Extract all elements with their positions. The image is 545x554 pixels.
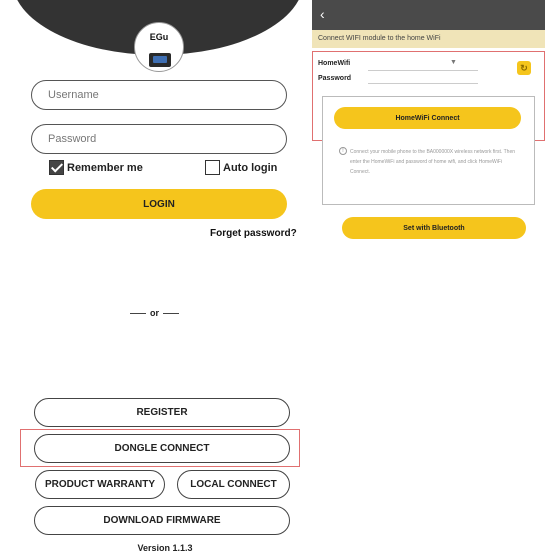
info-icon: !	[339, 147, 347, 155]
dongle-connect-button[interactable]: DONGLE CONNECT	[34, 434, 290, 463]
homewifi-connect-button[interactable]: HomeWiFi Connect	[334, 107, 521, 129]
password-input[interactable]	[32, 125, 286, 153]
auto-login-checkbox[interactable]: Auto login	[205, 160, 277, 175]
local-connect-button[interactable]: LOCAL CONNECT	[177, 470, 290, 499]
separator-line	[130, 312, 146, 314]
wifi-config-screen: ‹ Connect WIFI module to the home WiFi H…	[312, 0, 545, 250]
bluetooth-button[interactable]: Set with Bluetooth	[342, 217, 526, 239]
app-logo: EGu	[134, 22, 184, 72]
login-button[interactable]: LOGIN	[31, 189, 287, 219]
auto-login-label: Auto login	[223, 161, 278, 174]
product-warranty-button[interactable]: PRODUCT WARRANTY	[35, 470, 165, 499]
logo-text: EGu	[149, 32, 169, 42]
password-field[interactable]	[31, 124, 287, 154]
chevron-left-icon[interactable]: ‹	[320, 7, 325, 21]
register-button[interactable]: REGISTER	[34, 398, 290, 427]
separator-line	[163, 312, 179, 314]
or-text: or	[150, 308, 159, 318]
checkbox-unchecked-icon[interactable]	[205, 160, 220, 175]
wifi-config-title: Connect WIFI module to the home WiFi	[312, 30, 545, 48]
forget-password-link[interactable]: Forget password?	[210, 228, 297, 239]
info-text: Connect your mobile phone to the BA00000…	[350, 149, 515, 175]
nav-bar: ‹	[312, 0, 545, 30]
version-label: Version 1.1.3	[137, 543, 193, 553]
remember-me-label: Remember me	[67, 161, 143, 174]
username-input[interactable]	[32, 81, 286, 109]
login-screen: EGu Remember me Auto login LOGIN Forget …	[0, 0, 310, 554]
or-separator: or	[130, 308, 179, 318]
checkbox-checked-icon[interactable]	[49, 160, 64, 175]
download-firmware-button[interactable]: DOWNLOAD FIRMWARE	[34, 506, 290, 535]
remember-me-checkbox[interactable]: Remember me	[49, 160, 143, 175]
username-field[interactable]	[31, 80, 287, 110]
device-icon	[149, 53, 171, 67]
